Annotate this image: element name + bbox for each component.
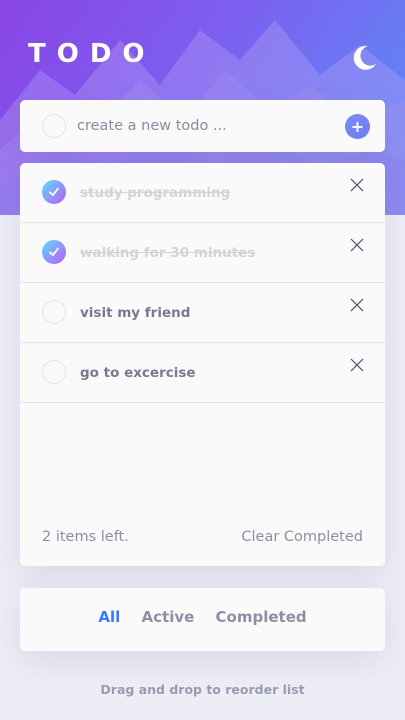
close-icon[interactable] (350, 178, 364, 192)
filter-all[interactable]: All (98, 608, 120, 626)
clear-completed-button[interactable]: Clear Completed (241, 529, 363, 545)
todo-text: visit my friend (80, 305, 191, 321)
check-icon (49, 187, 59, 196)
close-icon[interactable] (350, 238, 364, 252)
filter-completed[interactable]: Completed (216, 608, 307, 626)
todo-list-card: study programming walking for 30 minutes… (20, 163, 385, 566)
todo-text: walking for 30 minutes (80, 245, 256, 261)
todo-item[interactable]: visit my friend (20, 283, 385, 343)
todo-text: go to excercise (80, 365, 196, 381)
create-checkbox-circle (42, 114, 66, 138)
filter-group: All Active Completed (20, 608, 385, 626)
new-todo-input[interactable] (77, 112, 332, 140)
add-todo-button[interactable]: + (345, 114, 370, 139)
close-icon[interactable] (350, 298, 364, 312)
todo-text: study programming (80, 185, 231, 201)
todo-checkbox-checked[interactable] (42, 240, 66, 264)
todo-checkbox[interactable] (42, 360, 66, 384)
close-icon[interactable] (350, 358, 364, 372)
filter-active[interactable]: Active (142, 608, 195, 626)
todo-checkbox[interactable] (42, 300, 66, 324)
todo-item[interactable]: walking for 30 minutes (20, 223, 385, 283)
moon-icon[interactable] (348, 42, 380, 74)
drag-hint: Drag and drop to reorder list (100, 682, 305, 697)
check-icon (49, 247, 59, 256)
todo-checkbox-checked[interactable] (42, 180, 66, 204)
todo-item[interactable]: go to excercise (20, 343, 385, 403)
list-footer: 2 items left. Clear Completed (42, 529, 363, 549)
items-left-count: 2 items left. (42, 529, 129, 545)
create-todo-card: + (20, 100, 385, 152)
app-title: TODO (28, 39, 156, 69)
filter-bar: All Active Completed (20, 588, 385, 651)
todo-item[interactable]: study programming (20, 163, 385, 223)
